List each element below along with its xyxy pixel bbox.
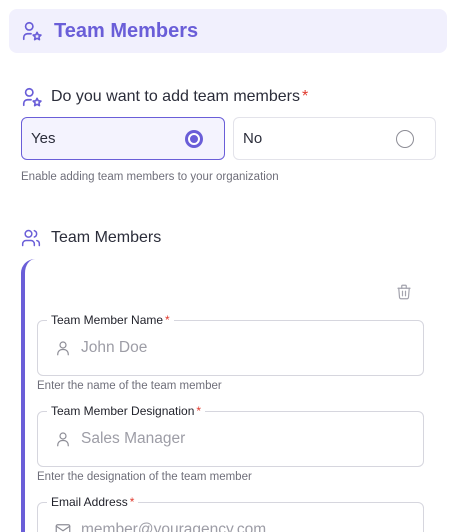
users-icon — [21, 229, 41, 247]
option-no-label: No — [243, 130, 263, 147]
option-yes[interactable]: Yes — [21, 117, 225, 160]
member-email-label: Email Address * — [47, 494, 139, 510]
required-mark: * — [165, 313, 170, 327]
member-designation-field: Team Member Designation * — [37, 403, 424, 467]
required-mark: * — [129, 495, 135, 509]
member-name-hint: Enter the name of the team member — [37, 380, 222, 392]
member-name-input[interactable] — [81, 335, 401, 361]
question-label: Do you want to add team members * — [51, 88, 309, 105]
option-no[interactable]: No — [233, 117, 436, 160]
members-subheader: Team Members — [21, 227, 161, 249]
member-designation-hint: Enter the designation of the team member — [37, 471, 252, 483]
user-star-icon — [22, 87, 42, 107]
required-mark: * — [196, 404, 202, 418]
user-icon — [57, 432, 69, 447]
member-designation-input[interactable] — [81, 426, 401, 452]
mail-icon — [55, 524, 71, 532]
member-email-field: Email Address * — [37, 494, 424, 532]
member-name-label: Team Member Name * — [47, 312, 174, 328]
member-email-input[interactable] — [81, 517, 401, 532]
trash-icon[interactable] — [395, 283, 413, 301]
section-title: Team Members — [54, 19, 199, 42]
option-yes-label: Yes — [31, 130, 56, 147]
member-designation-label: Team Member Designation * — [47, 403, 206, 419]
required-mark: * — [302, 88, 309, 105]
user-icon — [57, 341, 69, 356]
section-header: Team Members — [9, 9, 447, 53]
question-hint: Enable adding team members to your organ… — [21, 171, 279, 183]
radio-unselected-icon[interactable] — [396, 129, 414, 148]
members-subheader-title: Team Members — [51, 229, 162, 246]
user-star-icon — [22, 21, 42, 41]
member-name-field: Team Member Name * — [37, 312, 424, 376]
add-members-question: Do you want to add team members * — [21, 86, 308, 108]
radio-selected-icon[interactable] — [185, 129, 203, 148]
